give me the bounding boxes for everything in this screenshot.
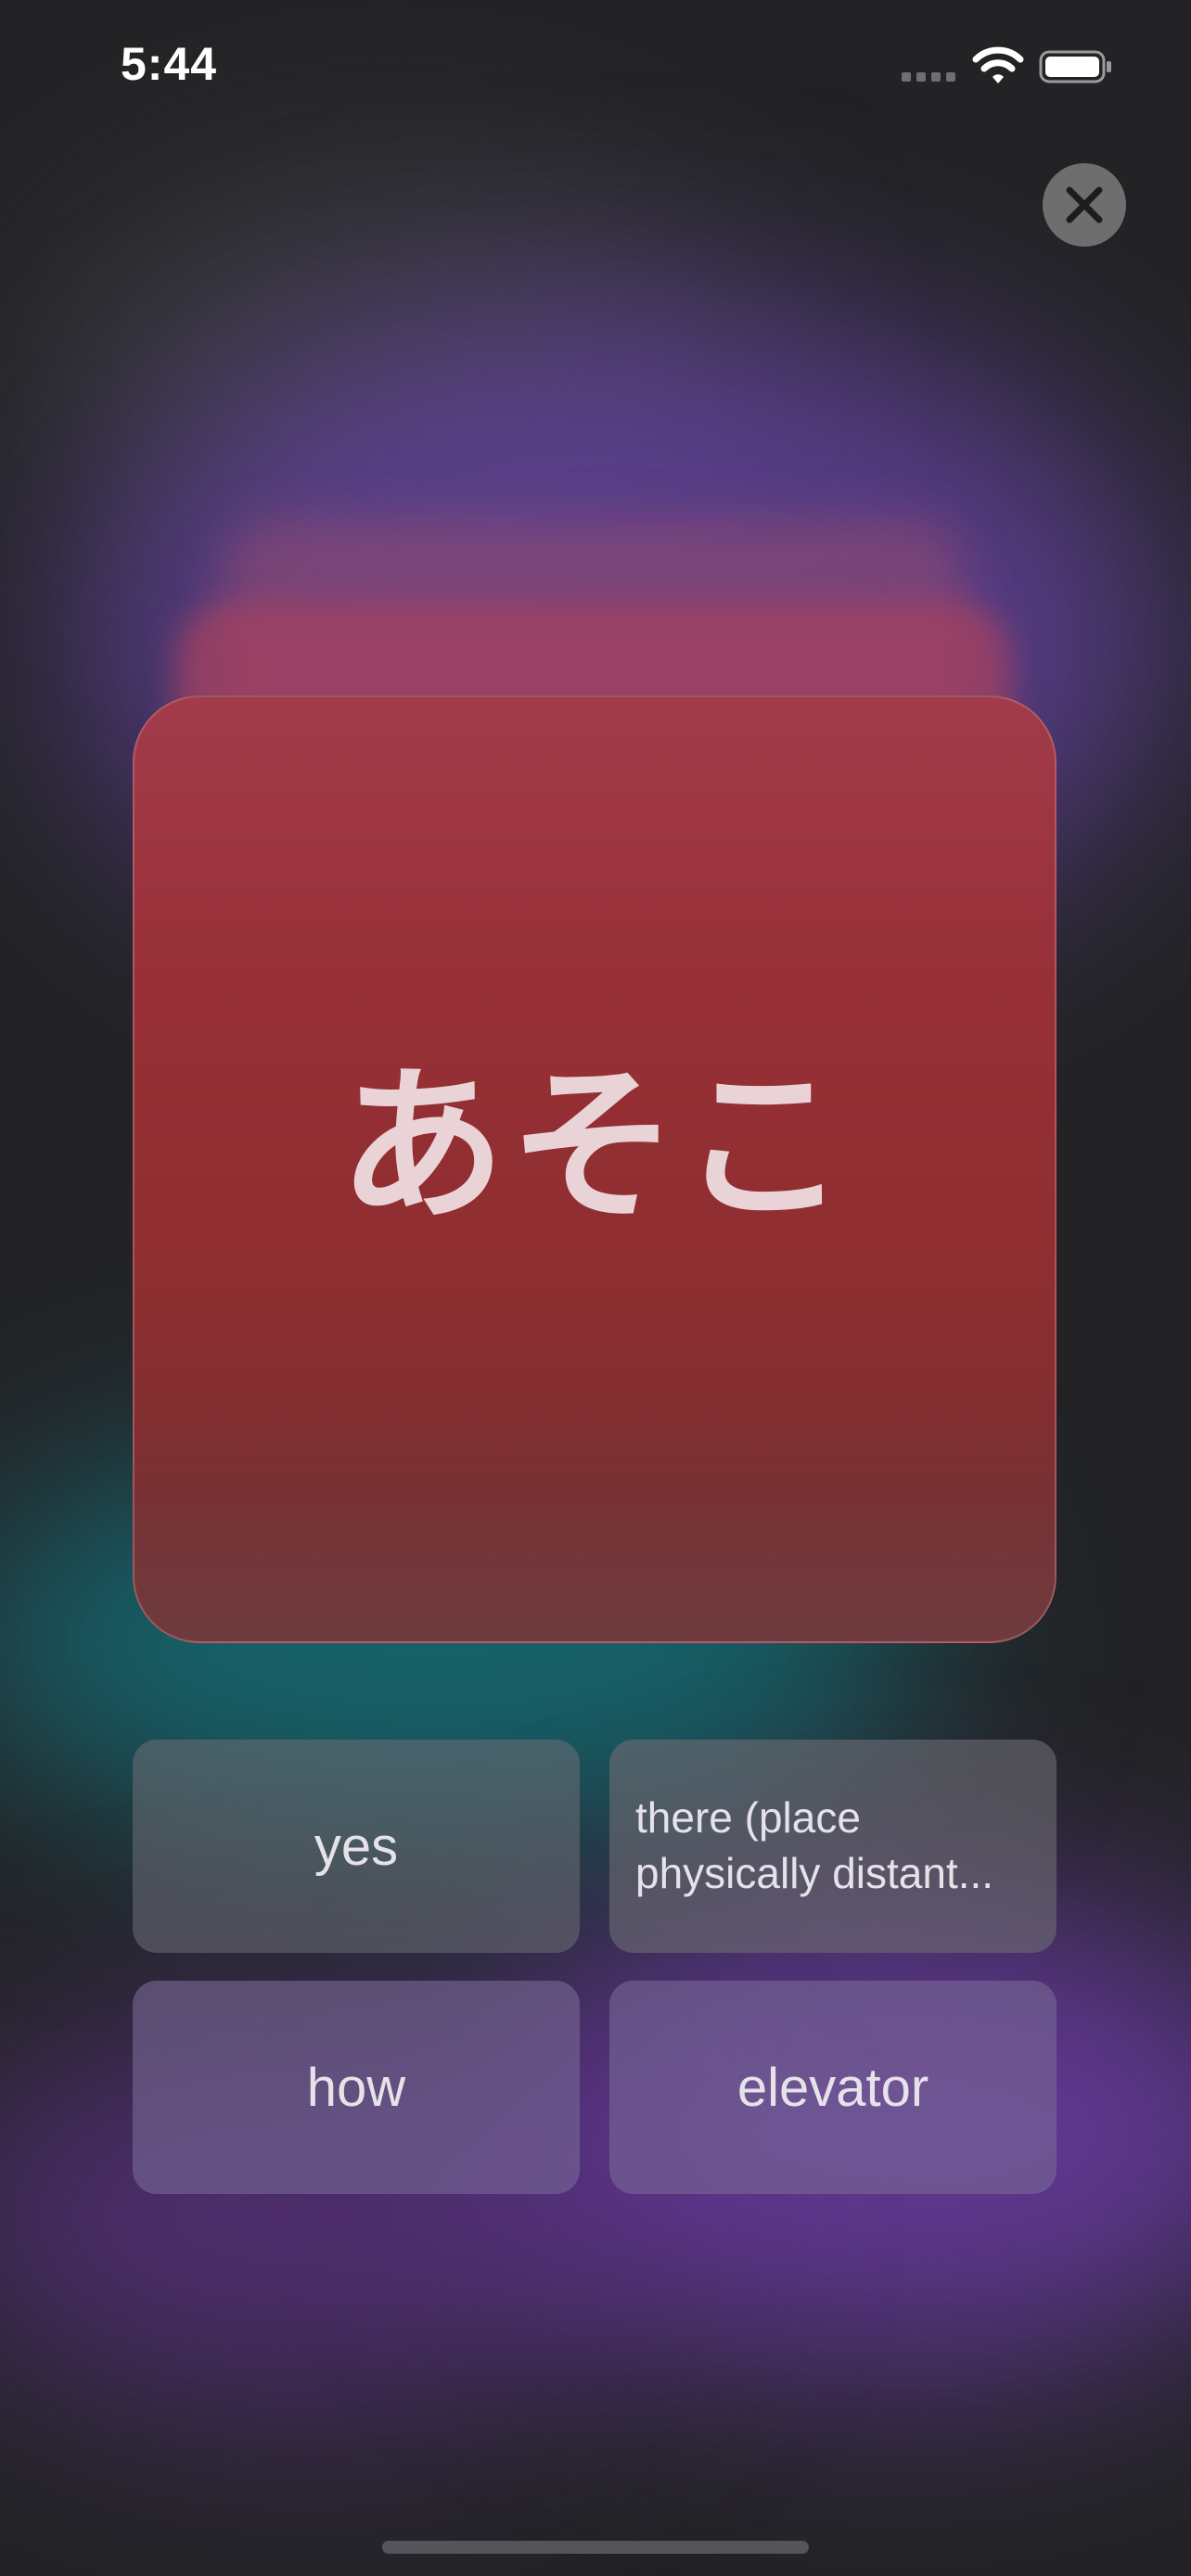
signal-icon (902, 72, 955, 82)
answer-option-how[interactable]: how (133, 1981, 580, 2194)
home-indicator[interactable] (382, 2541, 809, 2554)
answer-label: there (place physically distant... (635, 1793, 994, 1897)
answer-label: yes (314, 1816, 399, 1877)
card-word: あそこ (338, 1050, 851, 1243)
close-button[interactable] (1043, 163, 1126, 247)
close-icon (1066, 186, 1103, 223)
status-time: 5:44 (121, 38, 218, 90)
answer-label: elevator (736, 2057, 929, 2118)
card-shade (134, 1421, 1055, 1641)
wifi-icon (972, 46, 1024, 83)
answer-option-there[interactable]: there (place physically distant... (609, 1740, 1057, 1953)
battery-icon (1039, 50, 1111, 83)
answer-option-yes[interactable]: yes (133, 1740, 580, 1953)
status-bar: 5:44 (0, 0, 1191, 130)
answer-option-elevator[interactable]: elevator (609, 1981, 1057, 2194)
answer-label: how (306, 2057, 406, 2118)
flash-card[interactable]: あそこ (133, 695, 1057, 1643)
